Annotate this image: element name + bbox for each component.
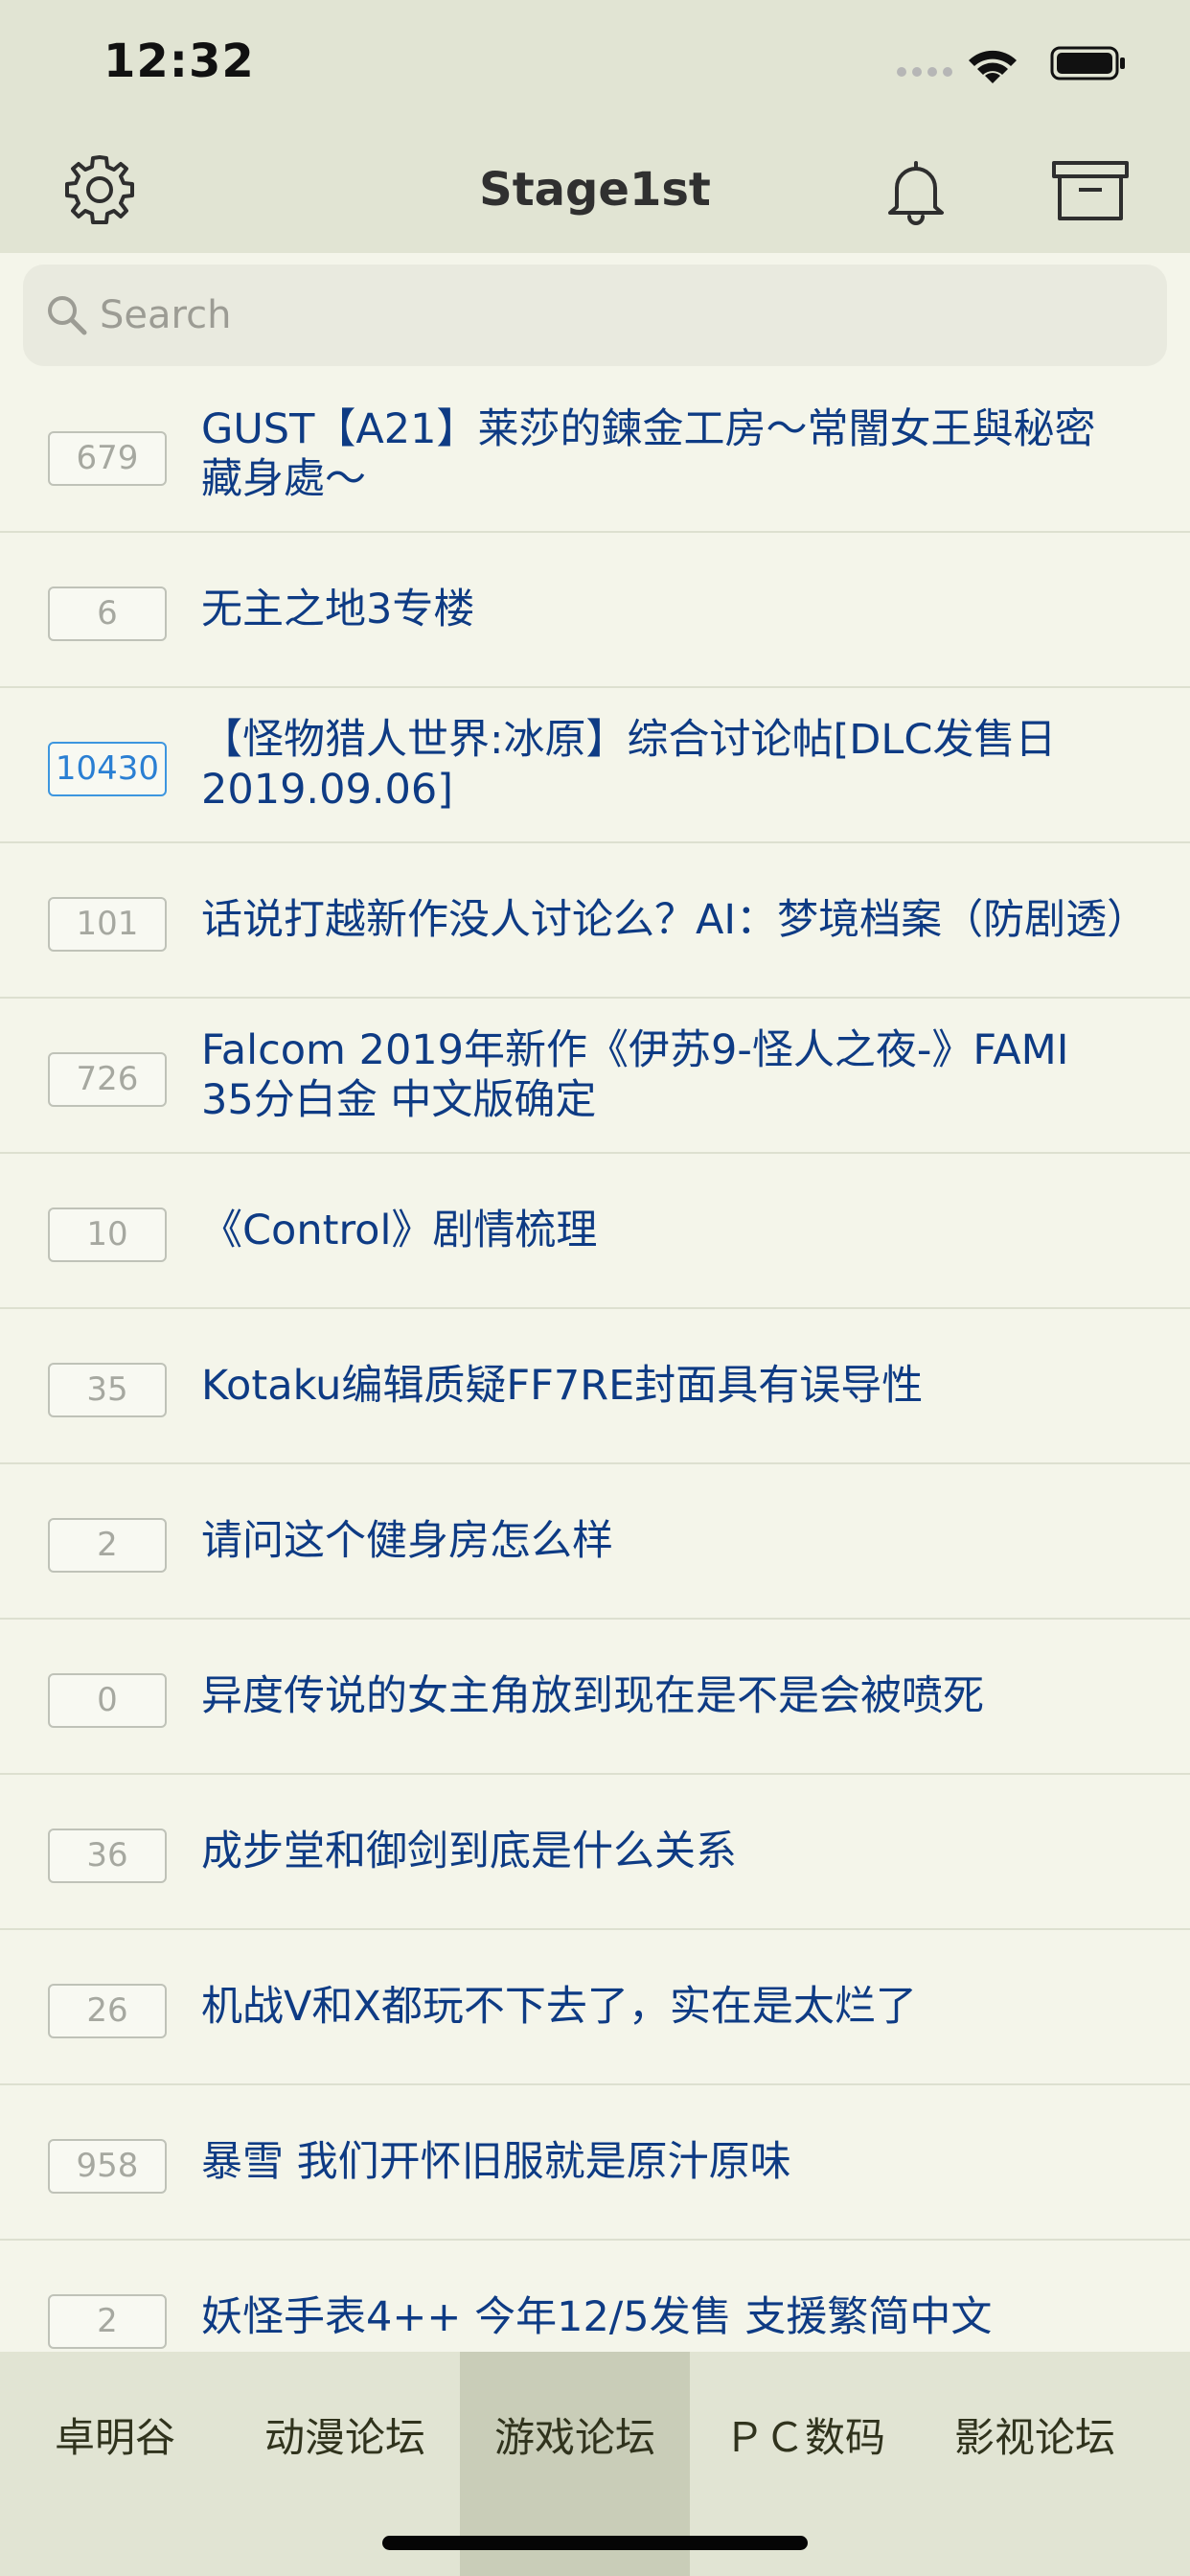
bell-icon[interactable] bbox=[878, 151, 954, 228]
thread-row[interactable]: 726 Falcom 2019年新作《伊苏9-怪人之夜-》FAMI 35分白金 … bbox=[0, 999, 1190, 1154]
reply-count-badge: 10 bbox=[48, 1208, 167, 1262]
thread-row[interactable]: 679 GUST【A21】莱莎的鍊金工房～常闇女王與秘密藏身處～ bbox=[0, 378, 1190, 533]
thread-title: 《Control》剧情梳理 bbox=[201, 1207, 598, 1254]
search-placeholder: Search bbox=[100, 293, 232, 337]
thread-row[interactable]: 6 无主之地3专楼 bbox=[0, 533, 1190, 688]
archive-icon[interactable] bbox=[1050, 151, 1131, 228]
home-indicator[interactable] bbox=[382, 2536, 808, 2550]
reply-count-badge: 2 bbox=[48, 1518, 167, 1573]
status-time: 12:32 bbox=[103, 34, 255, 88]
navigation-bar: Stage1st bbox=[0, 126, 1190, 253]
page-title: Stage1st bbox=[479, 163, 711, 217]
thread-row[interactable]: 26 机战V和X都玩不下去了，实在是太烂了 bbox=[0, 1930, 1190, 2085]
thread-title: 暴雪 我们开怀旧服就是原汁原味 bbox=[201, 2138, 791, 2186]
thread-list[interactable]: 679 GUST【A21】莱莎的鍊金工房～常闇女王與秘密藏身處～ 6 无主之地3… bbox=[0, 378, 1190, 2352]
reply-count-badge: 101 bbox=[48, 897, 167, 952]
thread-row[interactable]: 35 Kotaku编辑质疑FF7RE封面具有误导性 bbox=[0, 1309, 1190, 1464]
cellular-signal-icon bbox=[897, 67, 954, 79]
search-icon bbox=[48, 296, 87, 335]
tab-film-forum[interactable]: 影视论坛 bbox=[920, 2352, 1150, 2576]
reply-count-badge: 958 bbox=[48, 2139, 167, 2194]
tab-literature[interactable]: 文 bbox=[1150, 2352, 1190, 2576]
thread-title: 话说打越新作没人讨论么？AI：梦境档案（防剧透） bbox=[201, 896, 1149, 944]
thread-row[interactable]: 2 妖怪手表4++ 今年12/5发售 支援繁简中文 bbox=[0, 2241, 1190, 2352]
top-chrome: 12:32 Stage1st bbox=[0, 0, 1190, 253]
reply-count-badge: 2 bbox=[48, 2294, 167, 2349]
thread-title: 妖怪手表4++ 今年12/5发售 支援繁简中文 bbox=[201, 2293, 993, 2341]
reply-count-badge: 0 bbox=[48, 1673, 167, 1728]
thread-title: 【怪物猎人世界:冰原】综合讨论帖[DLC发售日2019.09.06] bbox=[201, 716, 1057, 814]
thread-title: 成步堂和御剑到底是什么关系 bbox=[201, 1828, 737, 1875]
reply-count-badge: 6 bbox=[48, 586, 167, 641]
thread-title: 异度传说的女主角放到现在是不是会被喷死 bbox=[201, 1672, 984, 1720]
thread-title: Falcom 2019年新作《伊苏9-怪人之夜-》FAMI 35分白金 中文版确… bbox=[201, 1026, 1069, 1124]
thread-row[interactable]: 2 请问这个健身房怎么样 bbox=[0, 1464, 1190, 1620]
thread-row[interactable]: 10430 【怪物猎人世界:冰原】综合讨论帖[DLC发售日2019.09.06] bbox=[0, 688, 1190, 843]
reply-count-badge: 679 bbox=[48, 431, 167, 486]
settings-icon[interactable] bbox=[61, 151, 138, 228]
thread-title: GUST【A21】莱莎的鍊金工房～常闇女王與秘密藏身處～ bbox=[201, 405, 1096, 503]
status-icons bbox=[897, 41, 1127, 87]
thread-row[interactable]: 101 话说打越新作没人讨论么？AI：梦境档案（防剧透） bbox=[0, 843, 1190, 999]
thread-row[interactable]: 0 异度传说的女主角放到现在是不是会被喷死 bbox=[0, 1620, 1190, 1775]
thread-title: 请问这个健身房怎么样 bbox=[201, 1517, 613, 1565]
battery-icon bbox=[1050, 46, 1125, 80]
thread-title: Kotaku编辑质疑FF7RE封面具有误导性 bbox=[201, 1362, 924, 1410]
reply-count-badge: 26 bbox=[48, 1984, 167, 2038]
thread-row[interactable]: 36 成步堂和御剑到底是什么关系 bbox=[0, 1775, 1190, 1930]
thread-row[interactable]: 958 暴雪 我们开怀旧服就是原汁原味 bbox=[0, 2085, 1190, 2241]
reply-count-badge: 36 bbox=[48, 1828, 167, 1883]
thread-row[interactable]: 10 《Control》剧情梳理 bbox=[0, 1154, 1190, 1309]
search-section: Search bbox=[0, 253, 1190, 378]
search-input[interactable]: Search bbox=[23, 264, 1167, 366]
wifi-icon bbox=[969, 50, 1017, 83]
tab-zhuomingu[interactable]: 卓明谷 bbox=[0, 2352, 230, 2576]
thread-title: 机战V和X都玩不下去了，实在是太烂了 bbox=[201, 1983, 917, 2031]
status-bar: 12:32 bbox=[0, 0, 1190, 126]
reply-count-badge: 10430 bbox=[48, 742, 167, 796]
reply-count-badge: 35 bbox=[48, 1363, 167, 1417]
reply-count-badge: 726 bbox=[48, 1052, 167, 1107]
thread-title: 无主之地3专楼 bbox=[201, 586, 475, 633]
